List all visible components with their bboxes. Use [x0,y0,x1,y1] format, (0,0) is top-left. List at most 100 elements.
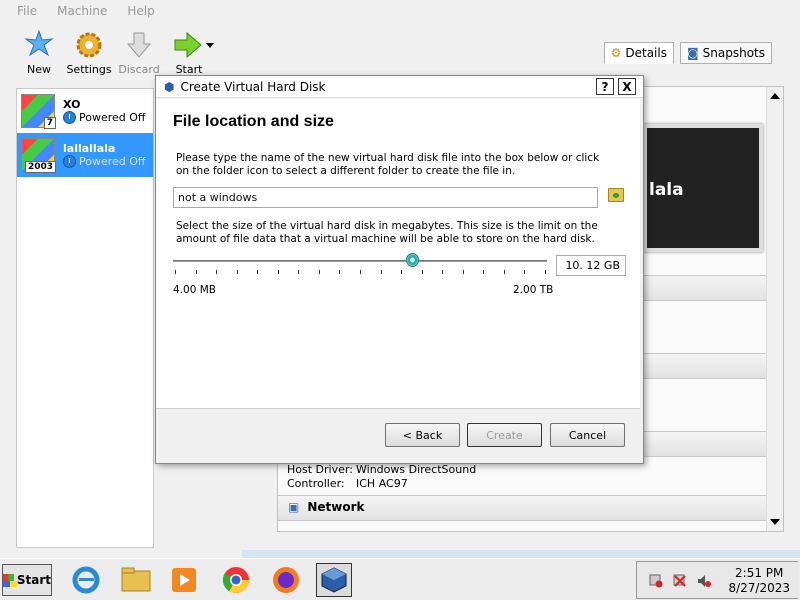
slider-tick [257,270,259,274]
help-button[interactable]: ? [596,78,614,95]
gear-icon [73,30,105,60]
audio-value: Windows DirectSound [356,463,477,476]
toolbar: New Settings Discard Start [14,29,214,80]
slider-tick [360,270,361,274]
start-button[interactable]: Start [2,564,52,596]
location-description: Please type the name of the new virtual … [176,152,600,177]
max-size-label: 2.00 TB [513,284,554,296]
power-off-icon [63,111,76,124]
file-name-input[interactable]: not a windows [173,187,598,208]
settings-button[interactable]: Settings [64,30,114,78]
min-size-label: 4.00 MB [173,284,216,296]
network-section-title: ▣ Network [288,500,365,514]
vm-list-item[interactable]: 7 XO Powered Off [17,89,153,133]
slider-thumb[interactable] [405,253,419,267]
slider-tick [545,270,546,274]
vm-name: lallallala [63,142,116,155]
new-button[interactable]: New [14,29,64,78]
start-arrow-icon [173,30,214,60]
tab-details[interactable]: ⚙ Details [603,42,674,64]
os-badge: 2003 [24,161,56,173]
cancel-button[interactable]: Cancel [550,423,625,447]
vm-list: 7 XO Powered Off 2003 lallallala Powered… [16,88,154,548]
vm-name: XO [63,98,81,111]
folder-icon[interactable] [608,188,624,202]
slider-tick [442,270,444,274]
internet-explorer-icon[interactable] [68,563,104,597]
audio-key: Controller: [287,477,345,490]
clock[interactable]: 2:51 PM 8/27/2023 [728,566,790,596]
slider-tick [401,270,403,274]
create-button[interactable]: Create [467,423,542,447]
firefox-icon[interactable] [268,563,304,597]
create-disk-dialog: ⬢ Create Virtual Hard Disk ? X File loca… [155,75,644,464]
file-explorer-icon[interactable] [118,563,154,597]
dialog-titlebar: ⬢ Create Virtual Hard Disk ? X [156,76,643,98]
camera-icon: ◙ [686,46,699,60]
slider-tick [339,270,341,274]
slider-tick [236,270,238,274]
network-label: Network [307,500,365,514]
size-description: Select the size of the virtual hard disk… [176,220,598,245]
discard-label: Discard [118,63,160,76]
discard-button[interactable]: Discard [114,30,164,78]
close-button[interactable]: X [618,78,636,95]
taskbar: Start 2:51 PM 8/27/2023 [0,558,800,600]
os-windows2003-icon: 2003 [21,138,56,173]
clock-date: 8/27/2023 [728,581,790,595]
media-player-icon[interactable] [166,563,202,597]
power-off-icon [63,155,76,168]
chrome-icon[interactable] [218,563,254,597]
network-disconnected-icon[interactable] [673,574,687,588]
slider-tick [195,270,197,274]
dialog-body: File location and size Please type the n… [156,99,640,409]
vm-list-item-selected[interactable]: 2003 lallallala Powered Off [17,133,153,177]
tab-snapshots[interactable]: ◙ Snapshots [679,42,772,64]
vm-state: Powered Off [63,111,146,124]
slider-tick [216,270,218,274]
new-icon [23,29,55,60]
audio-host-driver-row: Host Driver: Windows DirectSound [287,463,476,476]
new-label: New [27,63,51,76]
slider-tick [421,270,423,274]
dialog-title: Create Virtual Hard Disk [180,79,326,94]
vm-state-label: Powered Off [79,155,146,168]
tab-details-label: Details [625,46,667,60]
background-window-strip [242,550,800,558]
system-tray: 2:51 PM 8/27/2023 [636,561,798,599]
virtualbox-taskbar-icon[interactable] [316,563,352,597]
start-vm-button[interactable]: Start [164,30,214,78]
clock-time: 2:51 PM [735,566,784,580]
volume-muted-icon[interactable] [697,574,711,588]
virtualbox-icon: ⬢ [164,79,175,94]
scroll-up-icon[interactable] [770,93,780,99]
start-label: Start [16,573,51,587]
preview-vm-name: lala [649,180,684,200]
slider-tick [380,270,382,274]
back-button[interactable]: < Back [385,423,460,447]
slider-tick [277,270,279,274]
slider-tick [318,270,320,274]
details-gear-icon: ⚙ [610,46,622,60]
slider-tick [503,270,505,274]
network-warning-icon[interactable] [649,574,663,588]
windows-flag-icon [3,573,17,587]
slider-tick [483,270,485,274]
scroll-down-icon[interactable] [770,519,780,525]
settings-label: Settings [66,63,112,76]
slider-tick [175,270,176,274]
os-windows7-icon: 7 [21,94,56,129]
vm-preview: lala [643,124,763,252]
menubar: File Machine Help [14,4,158,22]
menu-help[interactable]: Help [124,4,157,22]
tab-snapshots-label: Snapshots [702,46,765,60]
menu-machine[interactable]: Machine [54,4,110,22]
details-scrollbar[interactable] [766,87,783,531]
menu-file[interactable]: File [14,4,40,22]
slider-tick [462,270,464,274]
vm-state-label: Powered Off [79,111,146,124]
size-slider[interactable] [173,260,547,262]
size-value-input[interactable]: 10. 12 GB [556,255,626,276]
audio-controller-row: Controller: ICH AC97 [287,477,408,490]
discard-arrow-icon [123,30,155,60]
